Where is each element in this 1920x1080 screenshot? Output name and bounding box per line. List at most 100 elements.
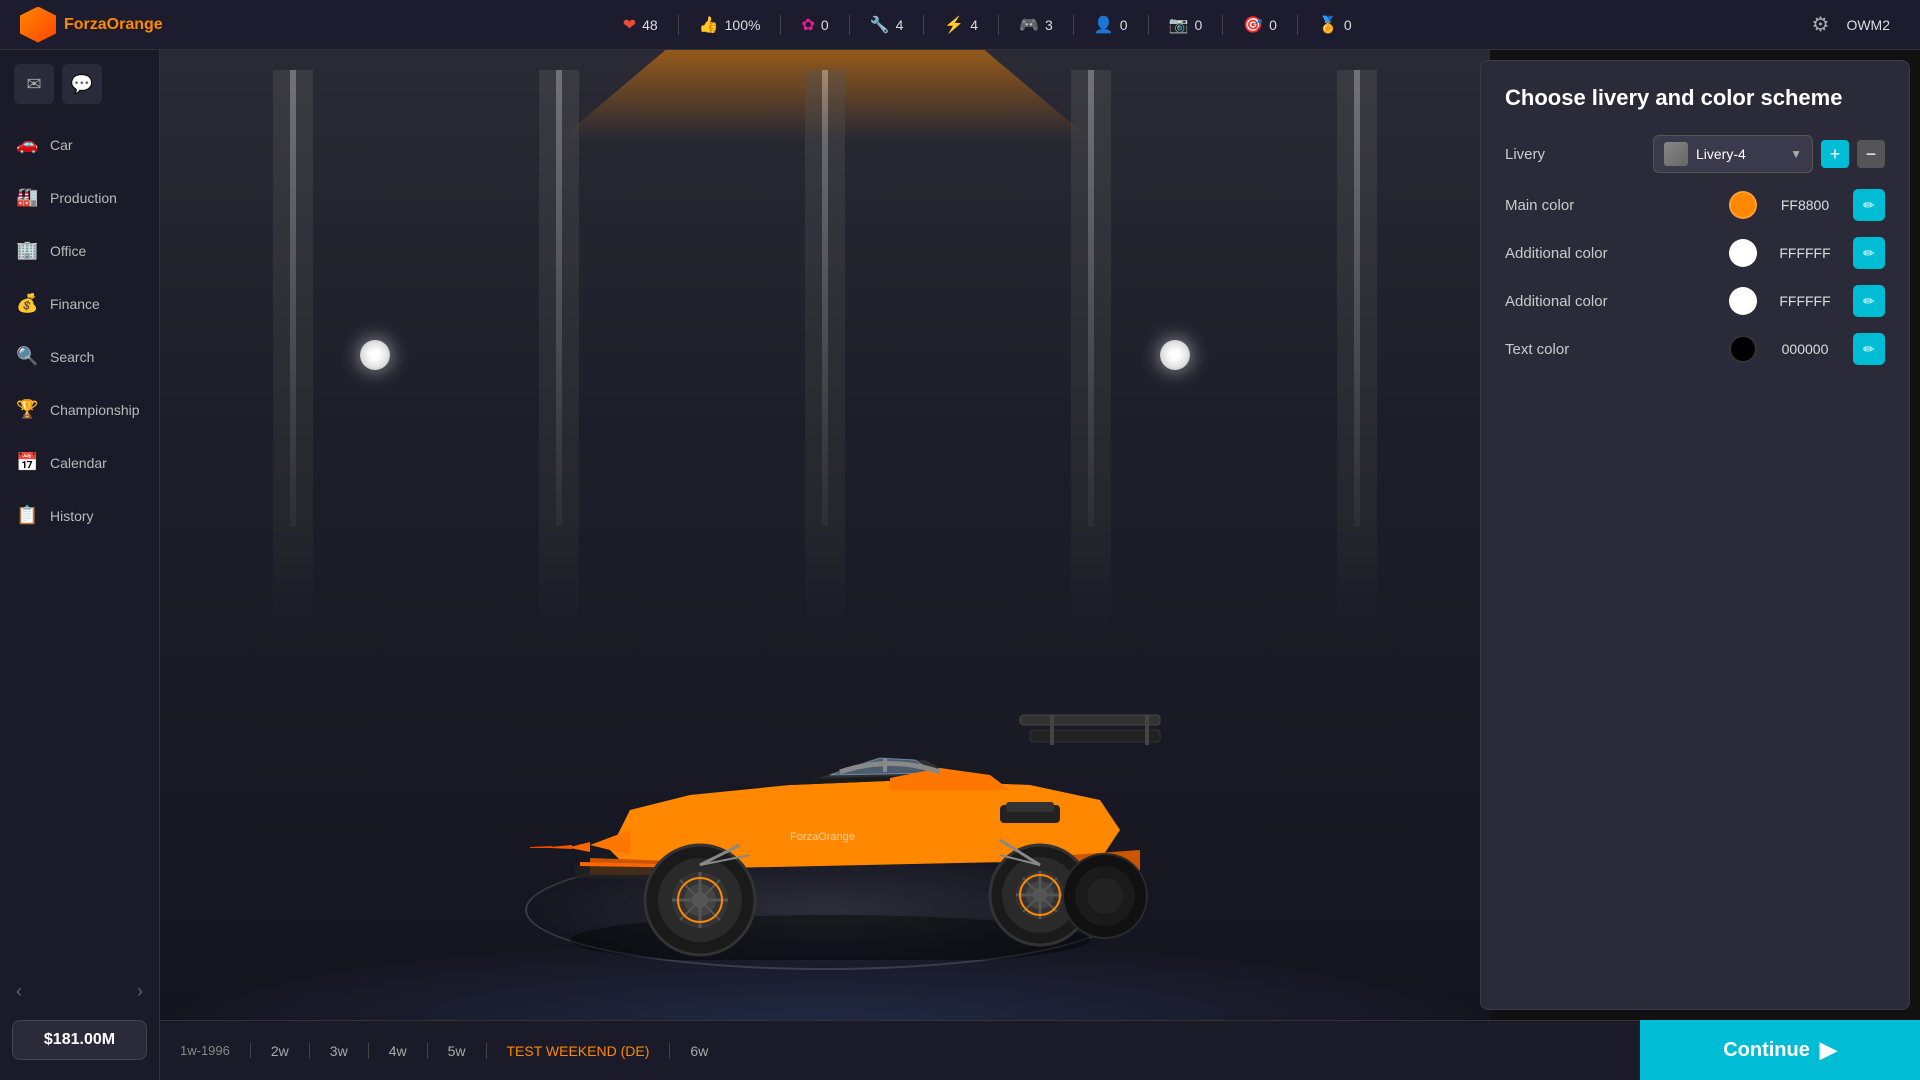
- color-edit-button-additional1[interactable]: ✏: [1853, 237, 1885, 269]
- sidebar: ✉ 💬 🚗 Car 🏭 Production 🏢 Office 💰 Financ…: [0, 50, 160, 1080]
- dropdown-arrow-icon: ▼: [1790, 147, 1802, 161]
- calendar-icon: 📅: [16, 452, 38, 473]
- sidebar-label-production: Production: [50, 190, 117, 206]
- color-row-text: Text color 000000 ✏: [1505, 333, 1885, 365]
- money-button[interactable]: $181.00M: [12, 1020, 147, 1060]
- spotlight-right: [1160, 340, 1190, 370]
- color-hex-main: FF8800: [1765, 197, 1845, 213]
- stat-person: 👤 0: [1074, 15, 1149, 35]
- main-area: ForzaOrange Choose livery and color sche…: [160, 50, 1920, 1080]
- color-label-main: Main color: [1505, 197, 1729, 214]
- stat-person-value: 0: [1120, 17, 1128, 33]
- stat-hearts-value: 48: [642, 17, 658, 33]
- stat-bolt-value: 4: [970, 17, 978, 33]
- sidebar-label-office: Office: [50, 243, 86, 259]
- timeline-week-2w: 2w: [251, 1043, 310, 1059]
- color-label-additional1: Additional color: [1505, 245, 1729, 262]
- nav-arrow-left[interactable]: ‹: [16, 981, 22, 1002]
- color-rows: Main color FF8800 ✏ Additional color FFF…: [1505, 189, 1885, 365]
- stat-team: 🎮 3: [999, 15, 1074, 35]
- sidebar-item-calendar[interactable]: 📅 Calendar: [0, 436, 159, 489]
- stat-camera: 📷 0: [1149, 15, 1224, 35]
- color-control-main: FF8800 ✏: [1729, 189, 1885, 221]
- office-icon: 🏢: [16, 240, 38, 261]
- livery-label: Livery: [1505, 146, 1653, 163]
- continue-label: Continue: [1723, 1039, 1810, 1062]
- chat-button[interactable]: 💬: [62, 64, 102, 104]
- thumbs-icon: 👍: [699, 15, 719, 35]
- nav-arrow-right[interactable]: ›: [137, 981, 143, 1002]
- color-row-additional2: Additional color FFFFFF ✏: [1505, 285, 1885, 317]
- color-edit-button-additional2[interactable]: ✏: [1853, 285, 1885, 317]
- week-5w-label: 5w: [448, 1043, 466, 1059]
- sidebar-item-championship[interactable]: 🏆 Championship: [0, 383, 159, 436]
- current-week-label: 1w-1996: [180, 1043, 251, 1058]
- stat-wrench: 🔧 4: [850, 15, 925, 35]
- livery-dropdown[interactable]: Livery-4 ▼: [1653, 135, 1813, 173]
- stat-team-value: 3: [1045, 17, 1053, 33]
- timeline-test-event: TEST WEEKEND (DE): [487, 1043, 671, 1059]
- livery-add-button[interactable]: +: [1821, 140, 1849, 168]
- timeline-week-4w: 4w: [369, 1043, 428, 1059]
- color-edit-button-main[interactable]: ✏: [1853, 189, 1885, 221]
- week-2w-label: 2w: [271, 1043, 289, 1059]
- sidebar-arrows: ‹ ›: [0, 973, 159, 1010]
- color-swatch-text: [1729, 335, 1757, 363]
- color-hex-text: 000000: [1765, 341, 1845, 357]
- color-row-main: Main color FF8800 ✏: [1505, 189, 1885, 221]
- sidebar-item-finance[interactable]: 💰 Finance: [0, 277, 159, 330]
- logo-text: ForzaOrange: [64, 16, 163, 34]
- livery-value: Livery-4: [1696, 146, 1782, 162]
- sidebar-nav: 🚗 Car 🏭 Production 🏢 Office 💰 Finance 🔍 …: [0, 114, 159, 973]
- finance-icon: 💰: [16, 293, 38, 314]
- production-icon: 🏭: [16, 187, 38, 208]
- username-label: OWM2: [1846, 17, 1890, 33]
- stat-hearts: ❤ 48: [603, 15, 679, 35]
- color-hex-additional1: FFFFFF: [1765, 245, 1845, 261]
- heart-icon: ❤: [623, 15, 636, 35]
- topbar-right: ⚙ OWM2: [1804, 9, 1910, 41]
- color-label-additional2: Additional color: [1505, 293, 1729, 310]
- history-icon: 📋: [16, 505, 38, 526]
- sidebar-label-search: Search: [50, 349, 94, 365]
- sidebar-label-finance: Finance: [50, 296, 100, 312]
- sidebar-item-search[interactable]: 🔍 Search: [0, 330, 159, 383]
- stat-camera-value: 0: [1194, 17, 1202, 33]
- medal-icon: 🏅: [1318, 15, 1338, 35]
- color-edit-button-text[interactable]: ✏: [1853, 333, 1885, 365]
- timeline-week-5w: 5w: [428, 1043, 487, 1059]
- person-icon: 👤: [1094, 15, 1114, 35]
- team-icon: 🎮: [1019, 15, 1039, 35]
- sidebar-item-production[interactable]: 🏭 Production: [0, 171, 159, 224]
- stat-pink: ✿ 0: [781, 15, 849, 35]
- livery-remove-button[interactable]: −: [1857, 140, 1885, 168]
- stat-wrench-value: 4: [896, 17, 904, 33]
- sidebar-item-office[interactable]: 🏢 Office: [0, 224, 159, 277]
- bolt-icon: ⚡: [944, 15, 964, 35]
- week-4w-label: 4w: [389, 1043, 407, 1059]
- continue-button[interactable]: Continue ▶: [1640, 1020, 1920, 1080]
- stat-target: 🎯 0: [1223, 15, 1298, 35]
- color-control-additional2: FFFFFF ✏: [1729, 285, 1885, 317]
- sidebar-label-history: History: [50, 508, 94, 524]
- sidebar-icon-row: ✉ 💬: [0, 50, 159, 114]
- search-icon: 🔍: [16, 346, 38, 367]
- mail-button[interactable]: ✉: [14, 64, 54, 104]
- topbar-stats: ❤ 48 👍 100% ✿ 0 🔧 4 ⚡ 4 🎮 3 👤: [170, 15, 1804, 35]
- wrench-icon: 🔧: [870, 15, 890, 35]
- sidebar-item-car[interactable]: 🚗 Car: [0, 118, 159, 171]
- topbar: ForzaOrange ❤ 48 👍 100% ✿ 0 🔧 4 ⚡ 4 🎮: [0, 0, 1920, 50]
- svg-text:ForzaOrange: ForzaOrange: [790, 831, 855, 843]
- stat-pink-value: 0: [821, 17, 829, 33]
- sidebar-money-section: $181.00M: [0, 1010, 159, 1080]
- target-icon: 🎯: [1243, 15, 1263, 35]
- stat-medal: 🏅 0: [1298, 15, 1372, 35]
- week-6w-label: 6w: [690, 1043, 708, 1059]
- timeline-week-3w: 3w: [310, 1043, 369, 1059]
- column-5: [1337, 70, 1377, 640]
- championship-icon: 🏆: [16, 399, 38, 420]
- settings-button[interactable]: ⚙: [1804, 9, 1836, 41]
- sidebar-item-history[interactable]: 📋 History: [0, 489, 159, 542]
- stat-bolt: ⚡ 4: [924, 15, 999, 35]
- color-control-text: 000000 ✏: [1729, 333, 1885, 365]
